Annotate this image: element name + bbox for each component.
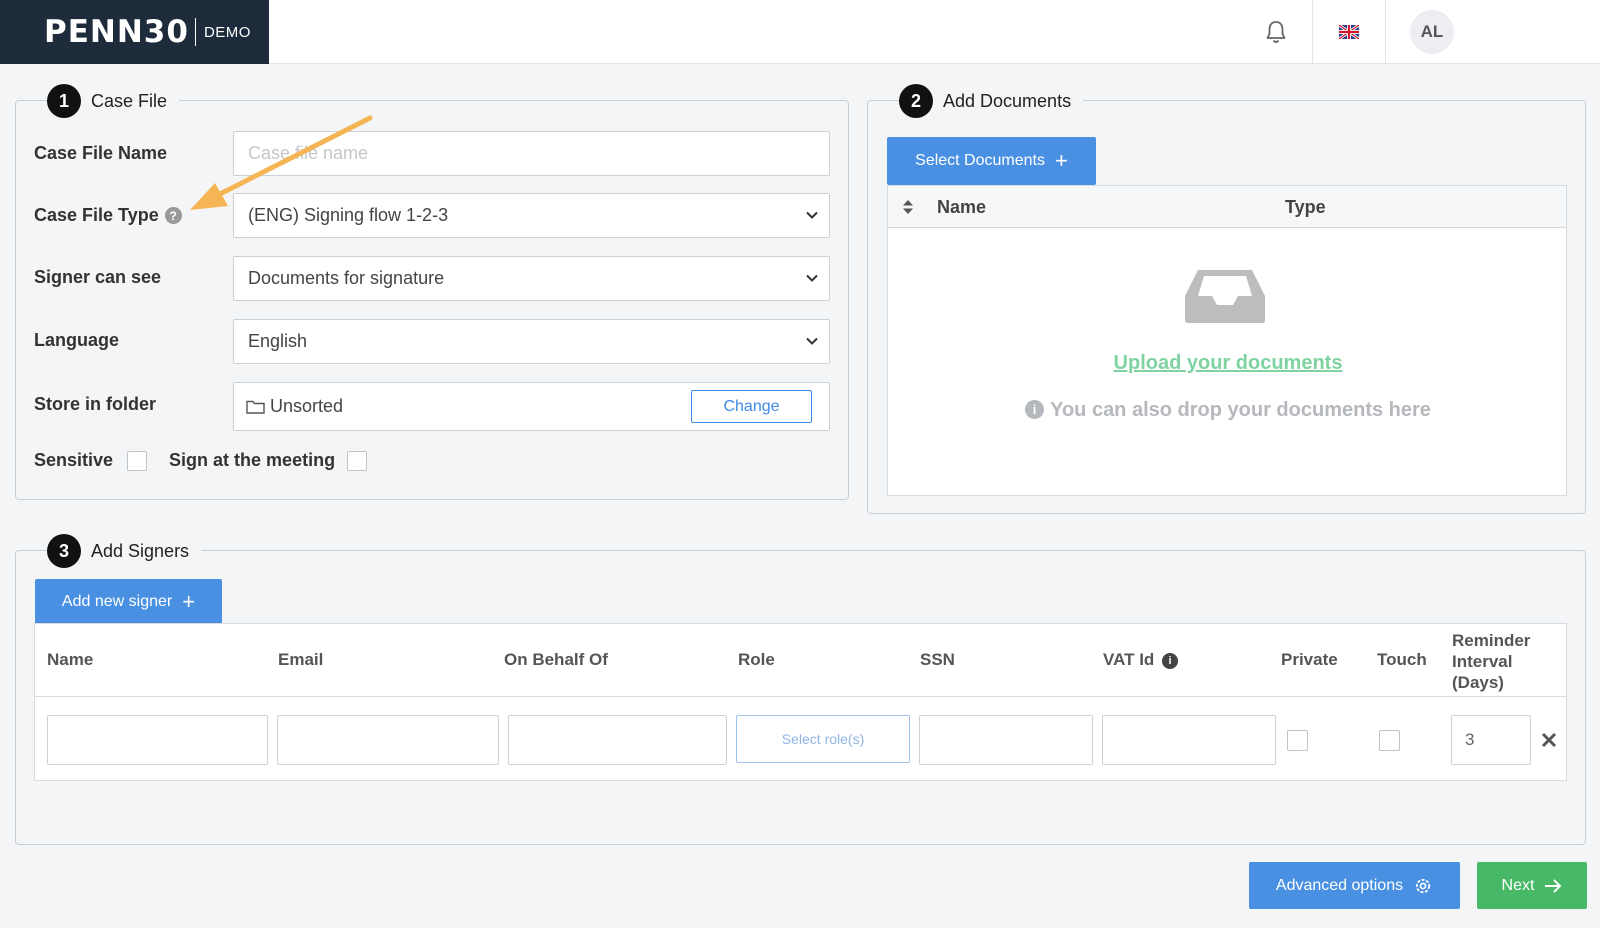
column-reminder-interval: Reminder Interval (Days) <box>1452 630 1530 693</box>
info-icon: i <box>1025 400 1045 419</box>
documents-legend: 2 Add Documents <box>899 84 1084 118</box>
column-email: Email <box>278 650 324 669</box>
info-icon[interactable]: i <box>1162 653 1179 669</box>
reminder-line-1: Reminder <box>1452 631 1531 650</box>
reminder-line-3: (Days) <box>1452 673 1504 692</box>
reminder-interval-input[interactable]: 3 <box>1451 715 1531 765</box>
language-label: Language <box>34 330 120 350</box>
upload-documents-link[interactable]: Upload your documents <box>888 352 1568 375</box>
sign-at-meeting-checkbox[interactable] <box>347 450 368 471</box>
drop-hint: i You can also drop your documents here <box>888 399 1568 422</box>
plus-icon: + <box>1054 148 1068 173</box>
gear-icon <box>1415 878 1431 893</box>
column-role: Role <box>738 650 775 669</box>
signer-vat-input[interactable] <box>1102 715 1276 765</box>
touch-checkbox[interactable] <box>1379 730 1400 751</box>
step-number: 1 <box>47 84 81 118</box>
advanced-options-button[interactable]: Advanced options <box>1249 862 1460 909</box>
sensitive-label: Sensitive <box>34 450 114 470</box>
drop-hint-text: You can also drop your documents here <box>1050 399 1431 421</box>
language-select[interactable]: English <box>233 319 830 364</box>
sort-icon[interactable] <box>902 199 914 215</box>
signers-legend: 3 Add Signers <box>47 534 202 568</box>
case-file-legend: 1 Case File <box>47 84 180 118</box>
plus-icon: + <box>182 589 196 614</box>
select-role-button[interactable]: Select role(s) <box>736 715 910 763</box>
close-icon[interactable] <box>1540 731 1558 749</box>
case-file-name-input[interactable]: Case file name <box>233 131 830 176</box>
column-private: Private <box>1281 650 1338 669</box>
chevron-down-icon <box>806 337 818 345</box>
logo-wordmark: PENN30 <box>44 14 189 50</box>
case-file-type-value: (ENG) Signing flow 1-2-3 <box>248 205 449 225</box>
chevron-down-icon <box>806 274 818 282</box>
help-icon[interactable]: ? <box>164 207 182 224</box>
case-file-panel: 1 Case File Case File Name Case file nam… <box>15 84 849 500</box>
column-ssn: SSN <box>920 650 955 669</box>
user-menu[interactable]: AL <box>1404 0 1460 64</box>
folder-icon <box>246 400 265 414</box>
folder-field: Unsorted Change <box>233 382 830 431</box>
arrow-right-icon <box>1545 878 1562 893</box>
add-new-signer-label: Add new signer <box>61 593 173 610</box>
signer-on-behalf-input[interactable] <box>508 715 727 765</box>
notifications-button[interactable] <box>1240 0 1312 64</box>
signer-can-see-value: Documents for signature <box>248 268 445 288</box>
signers-table: Name Email On Behalf Of Role SSN VAT Id … <box>34 623 1567 781</box>
next-label: Next <box>1501 876 1535 894</box>
signer-can-see-select[interactable]: Documents for signature <box>233 256 830 301</box>
brand-logo[interactable]: PENN30 DEMO <box>0 0 269 64</box>
sensitive-checkbox[interactable] <box>127 450 148 471</box>
case-file-type-text: Case File Type <box>34 205 159 225</box>
column-touch: Touch <box>1377 650 1427 669</box>
signer-can-see-label: Signer can see <box>34 267 162 287</box>
folder-value: Unsorted <box>270 396 344 416</box>
column-vat-id: VAT Id i <box>1103 650 1179 670</box>
signers-panel: 3 Add Signers Add new signer + Name Emai… <box>15 534 1586 845</box>
documents-table: Name Type Upload your documents i You can… <box>887 185 1567 496</box>
reminder-line-2: Interval <box>1452 652 1513 671</box>
sign-at-meeting-label: Sign at the meeting <box>169 450 336 470</box>
bell-icon <box>1266 21 1286 43</box>
panel-title: Add Documents <box>943 90 1072 111</box>
case-file-name-label: Case File Name <box>34 143 168 163</box>
next-button[interactable]: Next <box>1477 862 1587 909</box>
signer-name-input[interactable] <box>47 715 268 765</box>
step-number: 2 <box>899 84 933 118</box>
column-name[interactable]: Name <box>937 197 986 218</box>
panel-title: Case File <box>91 90 168 111</box>
language-switch[interactable] <box>1312 0 1386 64</box>
column-type[interactable]: Type <box>1285 197 1326 218</box>
documents-panel: 2 Add Documents Select Documents + Name … <box>867 84 1586 514</box>
top-bar: PENN30 DEMO AL <box>0 0 1600 64</box>
sensitive-row: Sensitive Sign at the meeting <box>34 450 368 471</box>
logo-demo-tag: DEMO <box>203 23 251 41</box>
private-checkbox[interactable] <box>1287 730 1308 751</box>
advanced-options-label: Advanced options <box>1275 876 1404 894</box>
case-file-type-label: Case File Type ? <box>34 205 182 226</box>
chevron-down-icon <box>806 211 818 219</box>
documents-table-header: Name Type <box>888 186 1566 228</box>
signer-email-input[interactable] <box>277 715 499 765</box>
signer-ssn-input[interactable] <box>919 715 1093 765</box>
column-on-behalf-of: On Behalf Of <box>504 650 608 669</box>
add-new-signer-button[interactable]: Add new signer + <box>35 579 222 625</box>
avatar: AL <box>1410 10 1454 54</box>
inbox-icon <box>1185 270 1265 323</box>
language-value: English <box>248 331 308 351</box>
select-documents-label: Select Documents <box>915 152 1045 169</box>
step-number: 3 <box>47 534 81 568</box>
change-folder-button[interactable]: Change <box>691 390 812 423</box>
vat-id-text: VAT Id <box>1103 650 1155 669</box>
uk-flag-icon <box>1339 25 1359 39</box>
panel-title: Add Signers <box>91 540 190 561</box>
signers-table-header: Name Email On Behalf Of Role SSN VAT Id … <box>35 624 1566 697</box>
table-row: Select role(s) 3 <box>35 697 1566 781</box>
logo-separator <box>194 18 196 46</box>
column-name: Name <box>47 650 94 669</box>
select-documents-button[interactable]: Select Documents + <box>887 137 1096 185</box>
store-in-folder-label: Store in folder <box>34 394 157 414</box>
case-file-type-select[interactable]: (ENG) Signing flow 1-2-3 <box>233 193 830 238</box>
